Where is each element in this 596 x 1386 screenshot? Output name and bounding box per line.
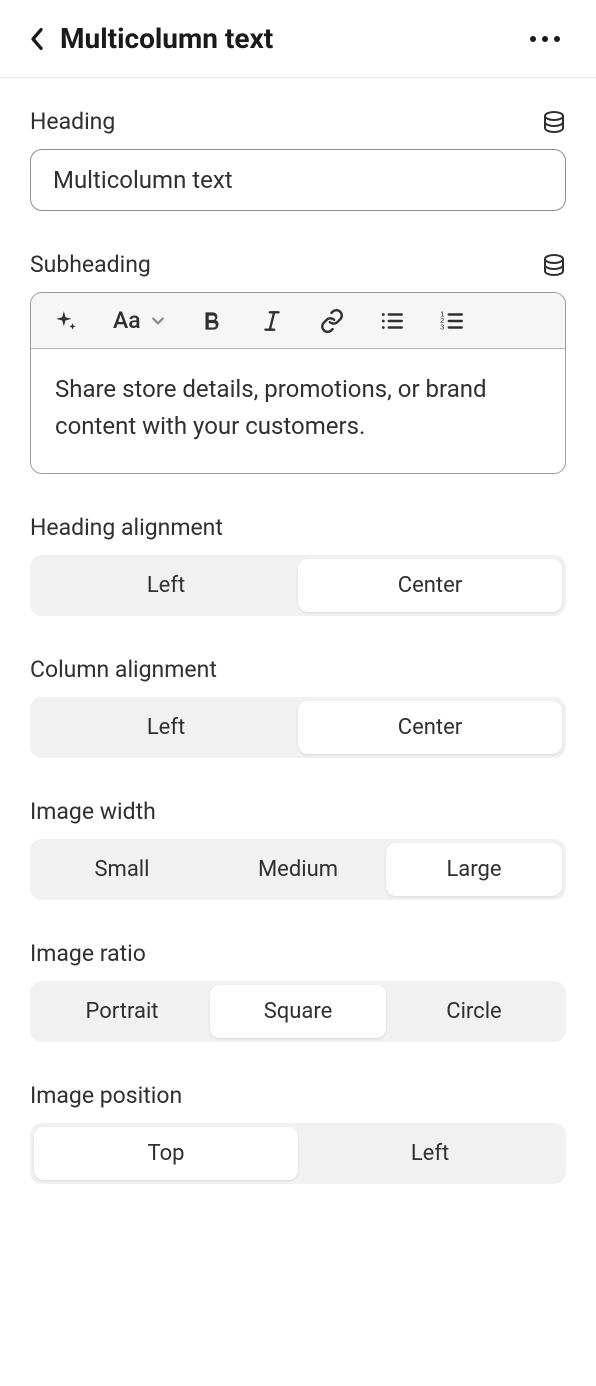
svg-text:3: 3 (440, 322, 444, 331)
field-label-row: Subheading (30, 251, 566, 278)
column-alignment-label: Column alignment (30, 656, 566, 683)
column-alignment-option-left[interactable]: Left (34, 701, 298, 754)
italic-button[interactable] (259, 308, 285, 334)
heading-label: Heading (30, 108, 115, 135)
image-width-option-medium[interactable]: Medium (210, 843, 386, 896)
image-position-control: TopLeft (30, 1123, 566, 1184)
dynamic-source-button[interactable] (542, 110, 566, 134)
heading-alignment-option-center[interactable]: Center (298, 559, 562, 612)
chevron-left-icon (30, 27, 44, 51)
panel-body: Heading Subheading (0, 78, 596, 1194)
heading-alignment-label: Heading alignment (30, 514, 566, 541)
image-width-label: Image width (30, 798, 566, 825)
image-ratio-option-circle[interactable]: Circle (386, 985, 562, 1038)
column-alignment-control: LeftCenter (30, 697, 566, 758)
header-left: Multicolumn text (30, 22, 273, 55)
subheading-textarea[interactable]: Share store details, promotions, or bran… (31, 349, 565, 473)
image-width-group: Image width SmallMediumLarge (30, 798, 566, 900)
image-width-option-small[interactable]: Small (34, 843, 210, 896)
subheading-field: Subheading Aa (30, 251, 566, 474)
italic-icon (259, 308, 285, 334)
link-icon (319, 308, 345, 334)
image-ratio-control: PortraitSquareCircle (30, 981, 566, 1042)
database-icon (542, 110, 566, 134)
heading-alignment-option-left[interactable]: Left (34, 559, 298, 612)
rte-toolbar: Aa (31, 293, 565, 349)
image-ratio-group: Image ratio PortraitSquareCircle (30, 940, 566, 1042)
bold-button[interactable] (199, 308, 225, 334)
text-style-label: Aa (113, 307, 141, 334)
image-ratio-option-square[interactable]: Square (210, 985, 386, 1038)
image-ratio-option-portrait[interactable]: Portrait (34, 985, 210, 1038)
sparkle-icon (53, 308, 79, 334)
heading-alignment-group: Heading alignment LeftCenter (30, 514, 566, 616)
chevron-down-icon (151, 314, 165, 328)
dynamic-source-button[interactable] (542, 253, 566, 277)
dot-icon (554, 36, 560, 42)
ai-suggest-button[interactable] (53, 308, 79, 334)
field-label-row: Heading (30, 108, 566, 135)
subheading-label: Subheading (30, 251, 151, 278)
panel-header: Multicolumn text (0, 0, 596, 78)
numbered-list-button[interactable]: 1 2 3 (439, 308, 465, 334)
rich-text-editor: Aa (30, 292, 566, 474)
image-position-label: Image position (30, 1082, 566, 1109)
column-alignment-group: Column alignment LeftCenter (30, 656, 566, 758)
more-button[interactable] (524, 30, 566, 48)
image-width-option-large[interactable]: Large (386, 843, 562, 896)
column-alignment-option-center[interactable]: Center (298, 701, 562, 754)
numbered-list-icon: 1 2 3 (439, 308, 465, 334)
back-button[interactable] (30, 27, 44, 51)
heading-input[interactable] (30, 149, 566, 211)
link-button[interactable] (319, 308, 345, 334)
image-position-option-left[interactable]: Left (298, 1127, 562, 1180)
image-position-group: Image position TopLeft (30, 1082, 566, 1184)
heading-field: Heading (30, 108, 566, 211)
dot-icon (542, 36, 548, 42)
text-style-dropdown[interactable]: Aa (113, 307, 165, 334)
heading-alignment-control: LeftCenter (30, 555, 566, 616)
image-width-control: SmallMediumLarge (30, 839, 566, 900)
database-icon (542, 253, 566, 277)
bullet-list-button[interactable] (379, 308, 405, 334)
bold-icon (199, 308, 225, 334)
page-title: Multicolumn text (60, 22, 273, 55)
bullet-list-icon (379, 308, 405, 334)
dot-icon (530, 36, 536, 42)
image-ratio-label: Image ratio (30, 940, 566, 967)
image-position-option-top[interactable]: Top (34, 1127, 298, 1180)
